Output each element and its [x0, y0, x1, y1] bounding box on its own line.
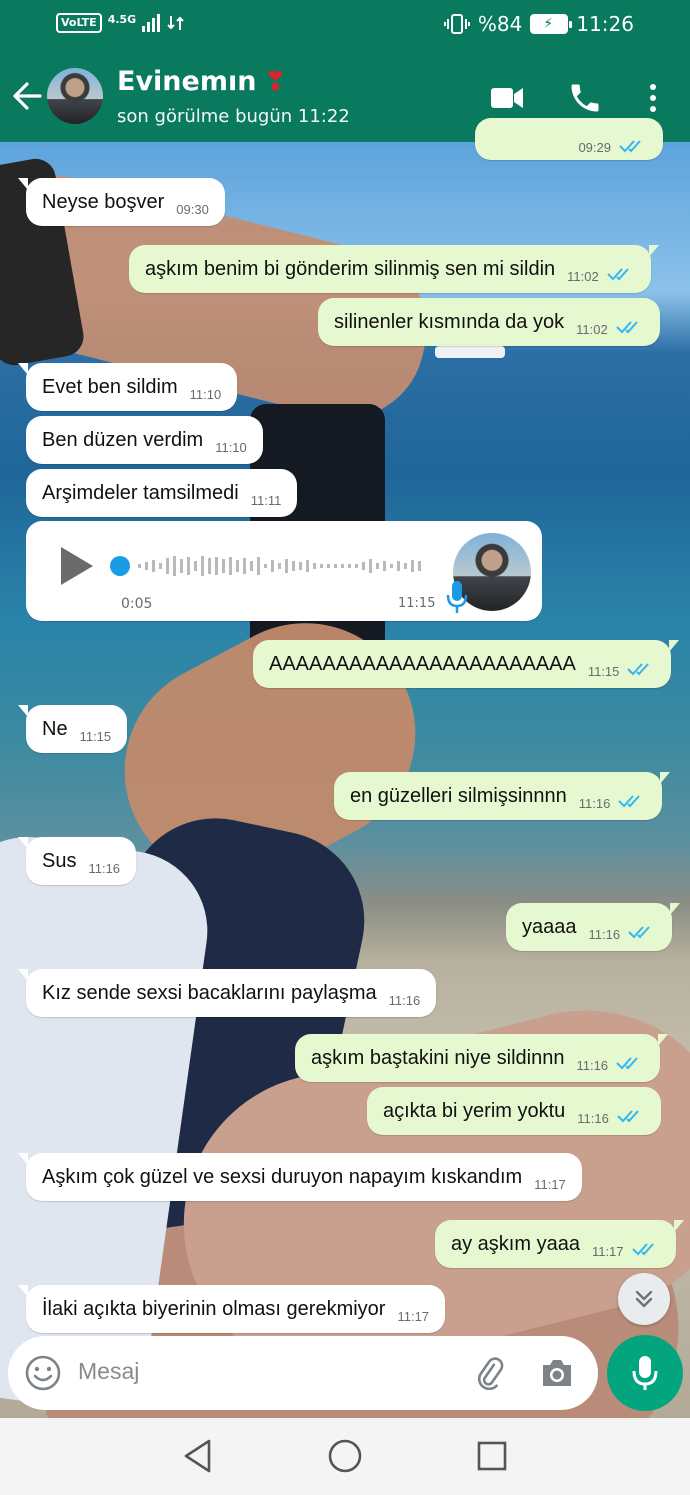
wallpaper-boat [435, 346, 505, 358]
home-circle-icon[interactable] [327, 1438, 363, 1474]
read-ticks-icon [631, 1243, 654, 1256]
message-bubble-outgoing[interactable]: silinenler kısmında da yok 11:02 [318, 298, 660, 346]
signal-icon [142, 14, 161, 32]
read-ticks-icon [628, 926, 650, 939]
message-input-bar: Mesaj [8, 1336, 598, 1410]
voice-duration: 0:05 [121, 596, 153, 612]
waveform [138, 556, 421, 576]
mic-icon [632, 1356, 658, 1390]
battery-icon: ⚡ [530, 14, 573, 34]
message-bubble-outgoing[interactable]: açıkta bi yerim yoktu 11:16 [367, 1087, 661, 1135]
back-triangle-icon[interactable] [181, 1438, 215, 1474]
back-arrow-icon[interactable] [10, 78, 44, 114]
voice-record-button[interactable] [607, 1335, 683, 1411]
system-navigation-bar [0, 1418, 690, 1495]
message-bubble-outgoing[interactable]: 09:29 [475, 118, 663, 160]
message-bubble-outgoing[interactable]: AAAAAAAAAAAAAAAAAAAAAAA 11:15 [253, 640, 680, 688]
playback-scrubber[interactable] [110, 556, 130, 576]
message-bubble-incoming[interactable]: Kız sende sexsi bacaklarını paylaşma 11:… [17, 969, 437, 1017]
play-icon[interactable] [61, 547, 93, 585]
message-bubble-outgoing[interactable]: aşkım baştakini niye sildinnn 11:16 [295, 1034, 669, 1082]
contact-name[interactable]: Evinemın ❣ [117, 66, 286, 97]
read-ticks-icon [627, 663, 650, 676]
emoji-icon[interactable] [24, 1354, 62, 1392]
read-ticks-icon [616, 1057, 638, 1070]
camera-icon[interactable] [539, 1356, 575, 1390]
message-bubble-incoming[interactable]: Evet ben sildim 11:10 [17, 363, 238, 411]
attach-icon[interactable] [470, 1354, 506, 1390]
vibrate-icon [443, 14, 470, 34]
message-input[interactable]: Mesaj [78, 1358, 139, 1385]
video-call-icon[interactable] [489, 80, 525, 116]
contact-avatar[interactable] [47, 68, 103, 124]
message-bubble-incoming[interactable]: İlaki açıkta biyerinin olması gerekmiyor… [17, 1285, 446, 1333]
message-bubble-incoming[interactable]: Sus 11:16 [17, 837, 137, 885]
battery-percent: %84 [477, 12, 523, 36]
message-bubble-outgoing[interactable]: en güzelleri silmişsinnnn 11:16 [334, 772, 671, 820]
voice-time: 11:15 [398, 596, 436, 611]
status-bar: VoLTE 4.5G %84 ⚡ 11:26 [0, 0, 690, 52]
read-ticks-icon [607, 268, 629, 281]
read-ticks-icon [617, 1110, 639, 1123]
scroll-to-bottom-button[interactable] [618, 1273, 670, 1325]
message-bubble-outgoing[interactable]: ay aşkım yaaa 11:17 [435, 1220, 684, 1268]
double-chevron-down-icon [635, 1290, 653, 1308]
mic-icon [446, 581, 468, 613]
message-bubble-outgoing[interactable]: aşkım benim bi gönderim silinmiş sen mi … [129, 245, 659, 293]
message-bubble-incoming[interactable]: Ben düzen verdim 11:10 [26, 416, 263, 464]
more-vert-icon[interactable] [643, 80, 663, 116]
message-bubble-incoming[interactable]: Neyse boşver 09:30 [18, 178, 225, 226]
phone-icon[interactable] [567, 80, 603, 116]
status-time: 11:26 [576, 12, 634, 36]
message-bubble-outgoing[interactable]: yaaaa 11:16 [506, 903, 681, 951]
read-ticks-icon [615, 321, 638, 334]
message-bubble-incoming[interactable]: Aşkım çok güzel ve sexsi duruyon napayım… [18, 1153, 582, 1201]
voice-message: 0:05 11:15 [26, 521, 542, 621]
heart-emoji: ❣ [264, 66, 287, 97]
volte-badge: VoLTE [56, 13, 102, 33]
network-type: 4.5G [107, 13, 137, 26]
read-ticks-icon [619, 140, 641, 153]
last-seen-status: son görülme bugün 11:22 [117, 106, 350, 127]
data-activity-icon [167, 16, 184, 30]
message-bubble-incoming[interactable]: Ne 11:15 [17, 705, 128, 753]
read-ticks-icon [618, 795, 641, 808]
message-bubble-incoming[interactable]: Arşimdeler tamsilmedi 11:11 [26, 469, 298, 517]
recents-square-icon[interactable] [475, 1438, 509, 1474]
